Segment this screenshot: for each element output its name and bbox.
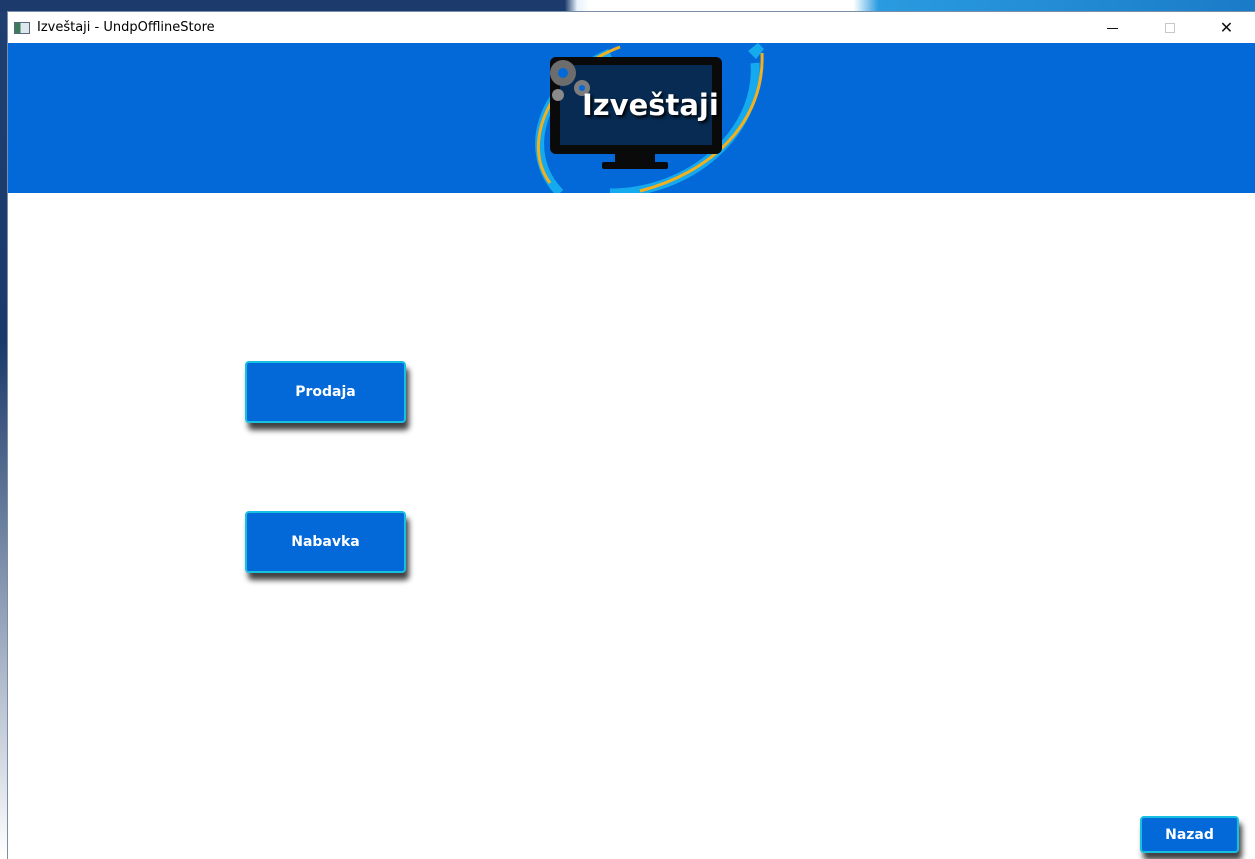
window-title: Izveštaji - UndpOfflineStore bbox=[37, 20, 215, 35]
close-button[interactable]: ✕ bbox=[1198, 12, 1255, 43]
minimize-button[interactable] bbox=[1084, 12, 1141, 43]
main-content: Prodaja Nabavka Nazad bbox=[8, 193, 1255, 859]
desktop-background-top bbox=[0, 0, 1255, 12]
minimize-icon bbox=[1107, 28, 1118, 29]
maximize-button[interactable] bbox=[1141, 12, 1198, 43]
app-window: Izveštaji - UndpOfflineStore ✕ Izveštaji… bbox=[8, 12, 1255, 859]
header-title: Izveštaji bbox=[582, 88, 719, 122]
close-icon: ✕ bbox=[1219, 19, 1234, 37]
nazad-button[interactable]: Nazad bbox=[1140, 816, 1239, 853]
nabavka-button[interactable]: Nabavka bbox=[245, 511, 406, 573]
prodaja-button[interactable]: Prodaja bbox=[245, 361, 406, 423]
title-bar[interactable]: Izveštaji - UndpOfflineStore ✕ bbox=[8, 12, 1255, 43]
window-controls: ✕ bbox=[1084, 12, 1255, 43]
desktop-background-left bbox=[0, 0, 8, 859]
header-banner: Izveštaji bbox=[8, 43, 1255, 193]
app-icon bbox=[14, 21, 30, 34]
maximize-icon bbox=[1164, 22, 1175, 33]
